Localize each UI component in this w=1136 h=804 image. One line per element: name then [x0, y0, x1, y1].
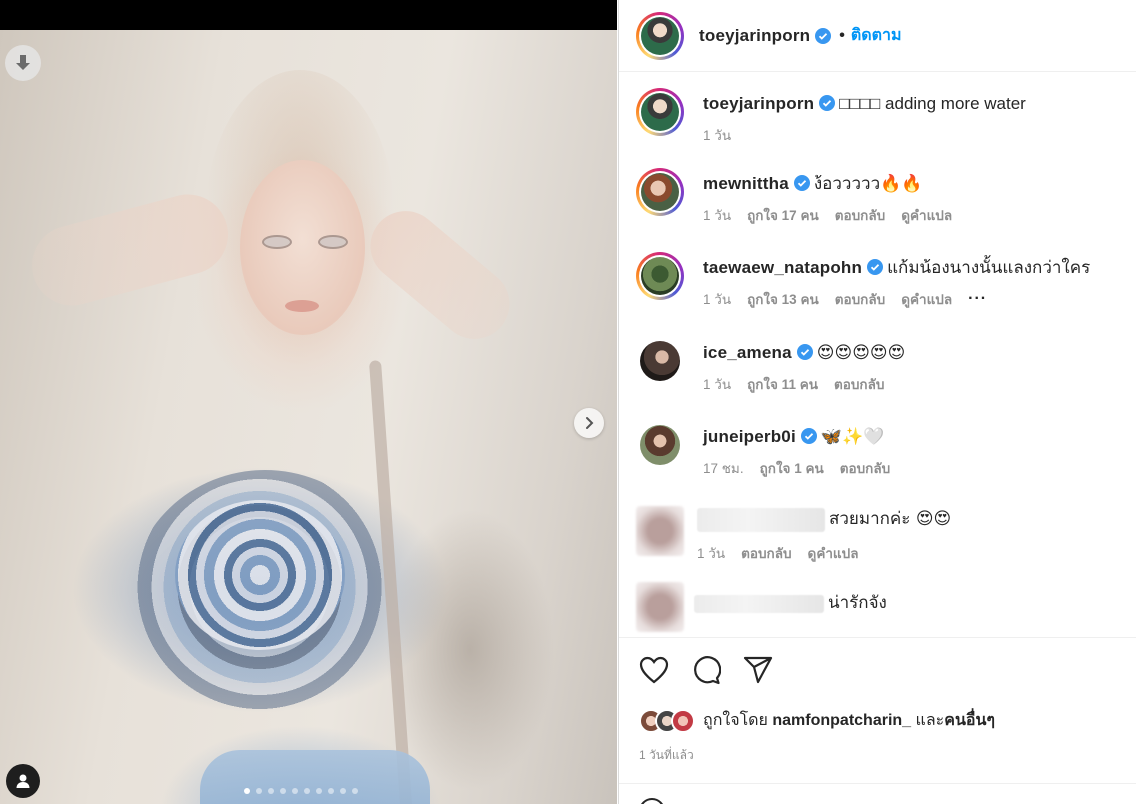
comment-row: mewnittha ง้อววววว🔥🔥 1 วัน ถูกใจ 17 คน ตอ… — [636, 168, 952, 226]
liked-by-prefix: ถูกใจโดย — [703, 712, 768, 729]
comments-list[interactable]: toeyjarinporn □□□□ adding more water 1 วั… — [619, 72, 1136, 637]
comment-text: น่ารักจัง — [828, 593, 887, 612]
comment-username[interactable]: ice_amena — [703, 343, 792, 362]
reply-button[interactable]: ตอบกลับ — [835, 288, 885, 310]
comment-likes[interactable]: ถูกใจ 1 คน — [760, 457, 824, 479]
reply-button[interactable]: ตอบกลับ — [835, 204, 885, 226]
carousel-dot — [340, 788, 346, 794]
download-button[interactable] — [5, 45, 41, 81]
comment-text: แก้มน้องนางนั้นแลงกว่าใคร — [887, 258, 1091, 277]
share-button[interactable] — [743, 655, 773, 685]
heart-icon — [639, 656, 669, 684]
verified-badge-icon — [815, 27, 832, 44]
verified-badge-icon — [819, 95, 836, 111]
comment-time: 1 วัน — [703, 377, 732, 392]
liked-by-and: และ — [915, 712, 945, 729]
tagged-users-button[interactable] — [6, 764, 40, 798]
comment-row: สวยมากค่ะ 😍😍 1 วัน ตอบกลับ ดูคำแปล — [636, 506, 951, 564]
carousel-dot — [280, 788, 286, 794]
comment-text: สวยมากค่ะ 😍😍 — [829, 509, 952, 530]
translate-button[interactable]: ดูคำแปล — [808, 542, 859, 564]
commenter-avatar[interactable] — [640, 341, 680, 381]
post-photo — [0, 30, 617, 804]
comment-username[interactable]: juneiperb0i — [703, 427, 796, 446]
comment-bubble-icon — [694, 656, 721, 685]
carousel-dot — [244, 788, 250, 794]
caption-username[interactable]: toeyjarinporn — [703, 94, 814, 113]
carousel-dot — [292, 788, 298, 794]
like-button[interactable] — [639, 655, 669, 685]
comment-row: juneiperb0i 🦋✨🤍 17 ชม. ถูกใจ 1 คน ตอบกลับ — [636, 421, 890, 479]
post-time[interactable]: 1 วันที่แล้ว — [639, 746, 694, 765]
chevron-right-icon — [586, 417, 594, 429]
reply-button[interactable]: ตอบกลับ — [840, 457, 890, 479]
commenter-avatar[interactable] — [636, 582, 684, 632]
commenter-avatar[interactable] — [636, 252, 684, 300]
comment-time: 1 วัน — [703, 292, 732, 307]
header-separator: • — [839, 26, 845, 44]
comment-likes[interactable]: ถูกใจ 13 คน — [747, 288, 819, 310]
verified-badge-icon — [800, 428, 817, 444]
comment-time: 1 วัน — [703, 208, 732, 223]
more-options-icon[interactable]: ··· — [968, 290, 987, 308]
translate-button[interactable]: ดูคำแปล — [901, 288, 952, 310]
emoji-icon[interactable] — [639, 798, 665, 804]
post-side-panel: toeyjarinporn • ติดตาม toeyjarinporn □□□□… — [618, 0, 1136, 804]
blurred-username[interactable] — [697, 508, 825, 532]
verified-badge-icon — [867, 259, 884, 275]
instagram-post-view: toeyjarinporn • ติดตาม toeyjarinporn □□□□… — [0, 0, 1136, 804]
translate-button[interactable]: ดูคำแปล — [901, 204, 952, 226]
caption-row: toeyjarinporn □□□□ adding more water 1 วั… — [636, 88, 1026, 146]
commenter-avatar[interactable] — [640, 425, 680, 465]
carousel-dot — [316, 788, 322, 794]
download-arrow-icon — [16, 55, 30, 70]
carousel-next-button[interactable] — [574, 408, 604, 438]
add-comment-divider — [619, 783, 1136, 784]
author-avatar[interactable] — [636, 11, 684, 60]
reply-button[interactable]: ตอบกลับ — [834, 373, 884, 395]
comment-likes[interactable]: ถูกใจ 11 คน — [747, 373, 818, 395]
post-header: toeyjarinporn • ติดตาม — [619, 0, 1136, 72]
comment-row: ice_amena 😍😍😍😍😍 1 วัน ถูกใจ 11 คน ตอบกลับ — [636, 337, 905, 395]
comment-button[interactable] — [691, 655, 721, 685]
blurred-username[interactable] — [694, 594, 824, 613]
carousel-dot — [304, 788, 310, 794]
carousel-dot — [328, 788, 334, 794]
comment-text: ง้อววววว🔥🔥 — [813, 174, 923, 194]
comment-time: 17 ชม. — [703, 461, 744, 476]
liked-by-user[interactable]: namfonpatcharin_ — [772, 712, 911, 729]
caption-time: 1 วัน — [703, 128, 732, 143]
user-icon — [16, 774, 30, 788]
comment-row: taewaew_natapohn แก้มน้องนางนั้นแลงกว่าใค… — [636, 252, 1090, 310]
post-media — [0, 0, 617, 804]
comment-text: 😍😍😍😍😍 — [816, 343, 906, 363]
paper-plane-icon — [743, 656, 773, 684]
commenter-avatar[interactable] — [636, 168, 684, 216]
carousel-dot — [256, 788, 262, 794]
comment-username[interactable]: mewnittha — [703, 174, 789, 193]
comment-text: 🦋✨🤍 — [820, 427, 885, 447]
liked-by-others[interactable]: คนอื่นๆ — [944, 712, 995, 729]
verified-badge-icon — [796, 344, 813, 360]
post-actions: ถูกใจโดย namfonpatcharin_ และคนอื่นๆ 1 ว… — [619, 637, 1136, 783]
liked-by: ถูกใจโดย namfonpatcharin_ และคนอื่นๆ — [639, 708, 995, 733]
carousel-dot — [352, 788, 358, 794]
caption-text: □□□□ adding more water — [839, 94, 1026, 113]
follow-button[interactable]: ติดตาม — [851, 23, 902, 48]
comment-username[interactable]: taewaew_natapohn — [703, 258, 862, 277]
reply-button[interactable]: ตอบกลับ — [741, 542, 791, 564]
commenter-avatar[interactable] — [636, 506, 684, 556]
comment-likes[interactable]: ถูกใจ 17 คน — [747, 204, 819, 226]
comment-row: น่ารักจัง — [636, 582, 887, 632]
caption-avatar[interactable] — [636, 88, 684, 136]
verified-badge-icon — [793, 175, 810, 191]
comment-time: 1 วัน — [697, 546, 726, 561]
liker-avatar[interactable] — [671, 708, 695, 733]
author-username[interactable]: toeyjarinporn — [699, 26, 810, 46]
carousel-dot — [268, 788, 274, 794]
carousel-indicator — [244, 788, 358, 794]
